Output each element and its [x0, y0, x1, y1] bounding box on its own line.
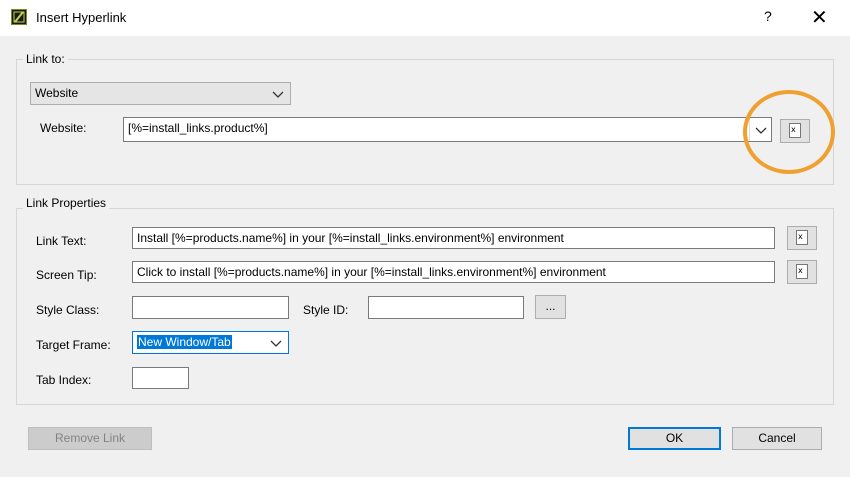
screen-tip-input[interactable]: Click to install [%=products.name%] in y…	[132, 261, 775, 283]
expression-document-icon: x	[796, 230, 808, 245]
screen-tip-label: Screen Tip:	[36, 268, 97, 282]
link-type-select[interactable]: Website	[30, 82, 291, 105]
ok-button[interactable]: OK	[628, 427, 721, 450]
help-button[interactable]: ?	[764, 8, 772, 24]
target-frame-label: Target Frame:	[36, 338, 111, 352]
title-bar: Insert Hyperlink ? ✕	[0, 0, 850, 36]
tab-index-label: Tab Index:	[36, 373, 92, 387]
website-label: Website:	[40, 121, 87, 135]
tab-index-input[interactable]	[132, 367, 189, 389]
link-to-label: Link to:	[23, 52, 68, 66]
window-title: Insert Hyperlink	[36, 10, 127, 25]
target-frame-value: New Window/Tab	[137, 335, 232, 349]
remove-link-button[interactable]: Remove Link	[28, 427, 152, 450]
screen-tip-expression-button[interactable]: x	[787, 260, 817, 284]
close-button[interactable]: ✕	[811, 5, 828, 30]
chevron-down-icon	[272, 91, 284, 98]
website-input[interactable]: [%=install_links.product%]	[123, 117, 772, 142]
browse-button[interactable]: ...	[535, 295, 566, 319]
app-icon	[11, 9, 27, 25]
link-text-expression-button[interactable]: x	[787, 226, 817, 250]
link-properties-label: Link Properties	[23, 196, 110, 210]
website-value: [%=install_links.product%]	[128, 121, 268, 135]
screen-tip-value: Click to install [%=products.name%] in y…	[137, 265, 606, 279]
cancel-button[interactable]: Cancel	[732, 427, 822, 450]
link-text-value: Install [%=products.name%] in your [%=in…	[137, 231, 564, 245]
link-text-label: Link Text:	[36, 234, 87, 248]
style-class-label: Style Class:	[36, 303, 100, 317]
highlight-circle	[743, 90, 835, 174]
target-frame-select[interactable]: New Window/Tab	[132, 331, 289, 354]
expression-document-icon: x	[796, 264, 808, 279]
link-text-input[interactable]: Install [%=products.name%] in your [%=in…	[132, 227, 775, 249]
style-class-input[interactable]	[132, 296, 289, 319]
chevron-down-icon	[270, 340, 282, 347]
style-id-input[interactable]	[368, 296, 524, 319]
style-id-label: Style ID:	[303, 303, 349, 317]
link-type-value: Website	[35, 86, 79, 100]
